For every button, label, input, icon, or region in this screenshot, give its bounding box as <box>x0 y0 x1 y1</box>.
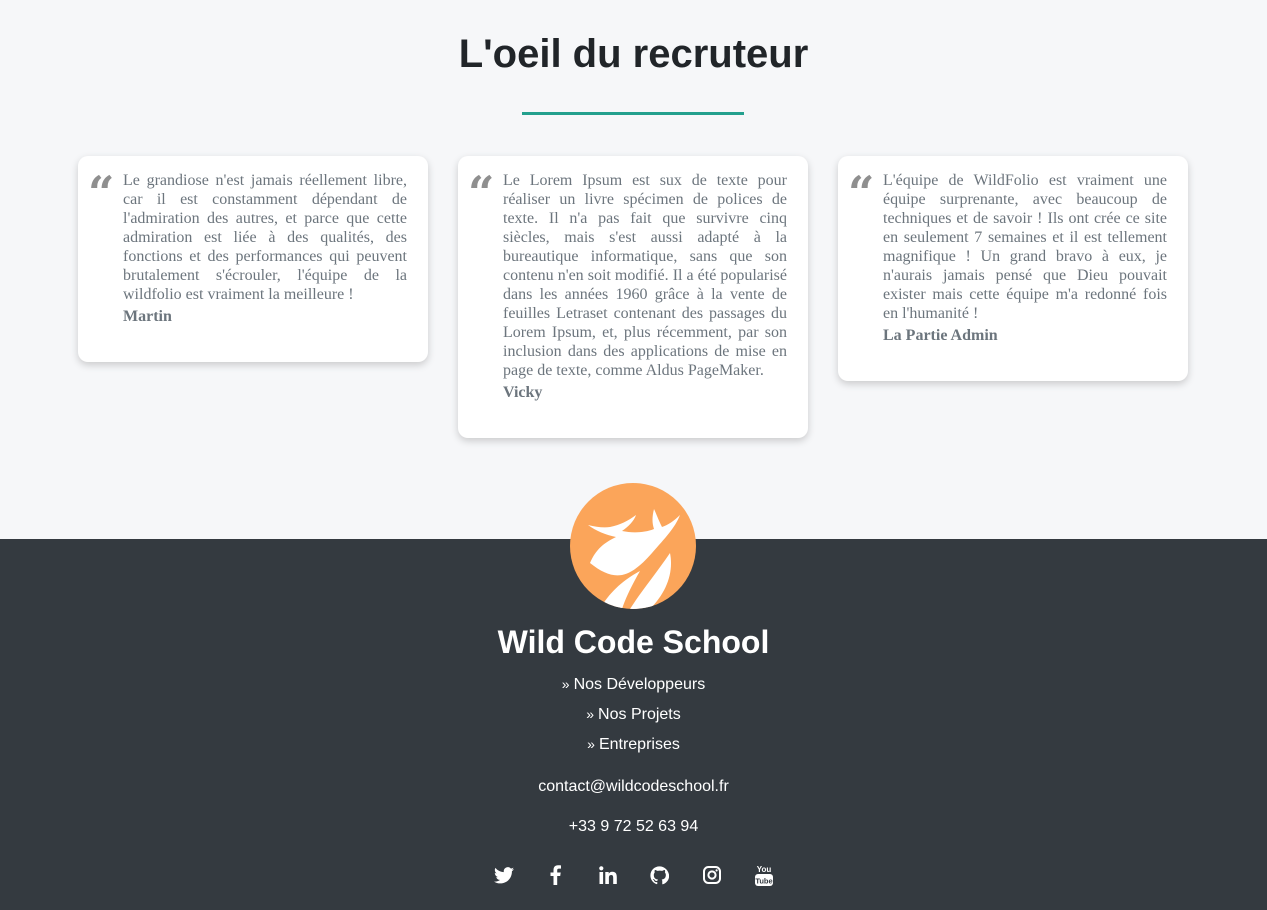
wild-code-school-logo[interactable] <box>570 483 696 609</box>
testimonial-author: Vicky <box>503 384 543 401</box>
youtube-icon[interactable]: You Tube <box>753 862 775 888</box>
testimonial-card: “ Le grandiose n'est jamais réellement l… <box>78 156 428 362</box>
footer-link-developpeurs[interactable]: » Nos Développeurs <box>0 674 1267 695</box>
title-divider <box>522 112 744 115</box>
testimonial-text: Le Lorem Ipsum est sux de texte pour réa… <box>503 172 787 379</box>
section-title: L'oeil du recruteur <box>458 32 809 76</box>
brand-name: Wild Code School <box>497 624 770 660</box>
chevron-double-right-icon: » <box>587 736 595 752</box>
instagram-icon[interactable] <box>701 862 723 888</box>
facebook-icon[interactable] <box>545 862 567 888</box>
twitter-icon[interactable] <box>493 862 515 888</box>
footer-link-projets[interactable]: » Nos Projets <box>0 704 1267 725</box>
chevron-double-right-icon: » <box>561 676 570 692</box>
social-links: You Tube <box>0 862 1267 888</box>
footer-link-label: Nos Projets <box>598 706 681 723</box>
github-icon[interactable] <box>649 862 671 888</box>
testimonial-author: La Partie Admin <box>883 327 998 344</box>
footer-link-label: Entreprises <box>598 736 680 753</box>
footer-link-entreprises[interactable]: » Entreprises <box>0 734 1267 755</box>
contact-phone: +33 9 72 52 63 94 <box>568 818 699 835</box>
footer-link-label: Nos Développeurs <box>573 676 706 693</box>
deer-logo-icon <box>588 509 680 609</box>
quote-icon: “ <box>848 166 875 220</box>
quote-icon: “ <box>468 166 495 220</box>
linkedin-icon[interactable] <box>597 862 619 888</box>
testimonial-author: Martin <box>123 308 172 325</box>
contact-email[interactable]: contact@wildcodeschool.fr <box>0 777 1267 797</box>
chevron-double-right-icon: » <box>586 706 595 722</box>
testimonial-card: “ Le Lorem Ipsum est sux de texte pour r… <box>458 156 808 438</box>
testimonial-card: “ L'équipe de WildFolio est vraiment une… <box>838 156 1188 381</box>
quote-icon: “ <box>88 166 115 220</box>
testimonial-text: L'équipe de WildFolio est vraiment une é… <box>883 172 1167 322</box>
testimonials-section: L'oeil du recruteur “ Le grandiose n'est… <box>0 0 1267 539</box>
testimonial-text: Le grandiose n'est jamais réellement lib… <box>123 172 407 303</box>
youtube-label-bottom: Tube <box>755 877 772 886</box>
youtube-label-top: You <box>756 865 771 874</box>
